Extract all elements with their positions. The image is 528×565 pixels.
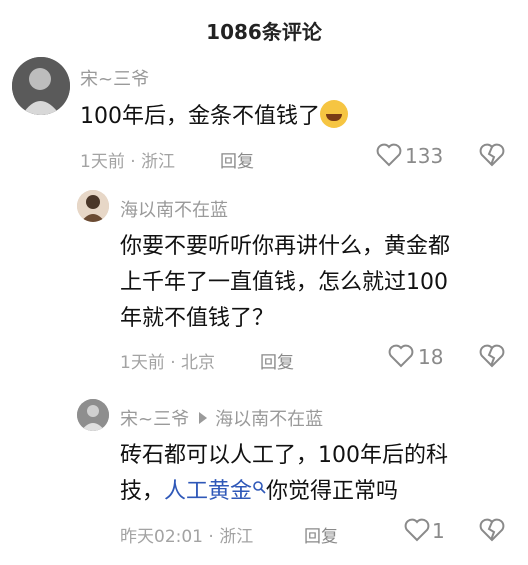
search-icon[interactable] xyxy=(252,480,266,494)
comment-username[interactable]: 宋~三爷 xyxy=(120,409,189,430)
reply-arrow-icon xyxy=(199,412,208,424)
comment-meta: 1天前 · 浙江 xyxy=(80,152,176,172)
heart-icon xyxy=(388,344,414,368)
comment-username[interactable]: 宋~三爷 xyxy=(80,65,149,91)
like-button[interactable] xyxy=(388,344,414,372)
dislike-button[interactable] xyxy=(479,518,505,546)
comment-meta: 昨天02:01 · 浙江 xyxy=(120,527,254,547)
laughing-crying-emoji-icon xyxy=(320,100,348,128)
reply-button[interactable]: 回复 xyxy=(260,348,294,373)
dislike-button[interactable] xyxy=(479,344,505,372)
comment-text: 砖石都可以人工了，100年后的科 技，人工黄金 你觉得正常吗 xyxy=(120,443,448,504)
comment-meta: 1天前 · 北京 xyxy=(120,353,216,373)
like-button[interactable] xyxy=(376,143,402,171)
like-count: 18 xyxy=(418,345,444,369)
heart-icon xyxy=(404,518,430,542)
reply-header: 宋~三爷 海以南不在蓝 xyxy=(120,405,323,431)
avatar[interactable] xyxy=(12,57,70,115)
broken-heart-icon xyxy=(479,143,505,167)
dislike-button[interactable] xyxy=(479,143,505,171)
page-title: 1086条评论 xyxy=(206,20,322,44)
like-count: 133 xyxy=(405,144,444,168)
broken-heart-icon xyxy=(479,518,505,542)
reply-button[interactable]: 回复 xyxy=(220,147,254,172)
search-link[interactable]: 人工黄金 xyxy=(164,479,252,504)
avatar[interactable] xyxy=(77,190,109,222)
avatar[interactable] xyxy=(77,399,109,431)
comment-username[interactable]: 海以南不在蓝 xyxy=(120,196,228,222)
broken-heart-icon xyxy=(479,344,505,368)
comment-text: 100年后，金条不值钱了 xyxy=(80,99,348,135)
reply-button[interactable]: 回复 xyxy=(304,522,338,547)
comment-text: 你要不要听听你再讲什么，黄金都 上千年了一直值钱，怎么就过100 年就不值钱了？ xyxy=(120,234,451,331)
heart-icon xyxy=(376,143,402,167)
like-count: 1 xyxy=(432,519,445,543)
reply-to-username[interactable]: 海以南不在蓝 xyxy=(215,409,323,430)
like-button[interactable] xyxy=(404,518,430,546)
